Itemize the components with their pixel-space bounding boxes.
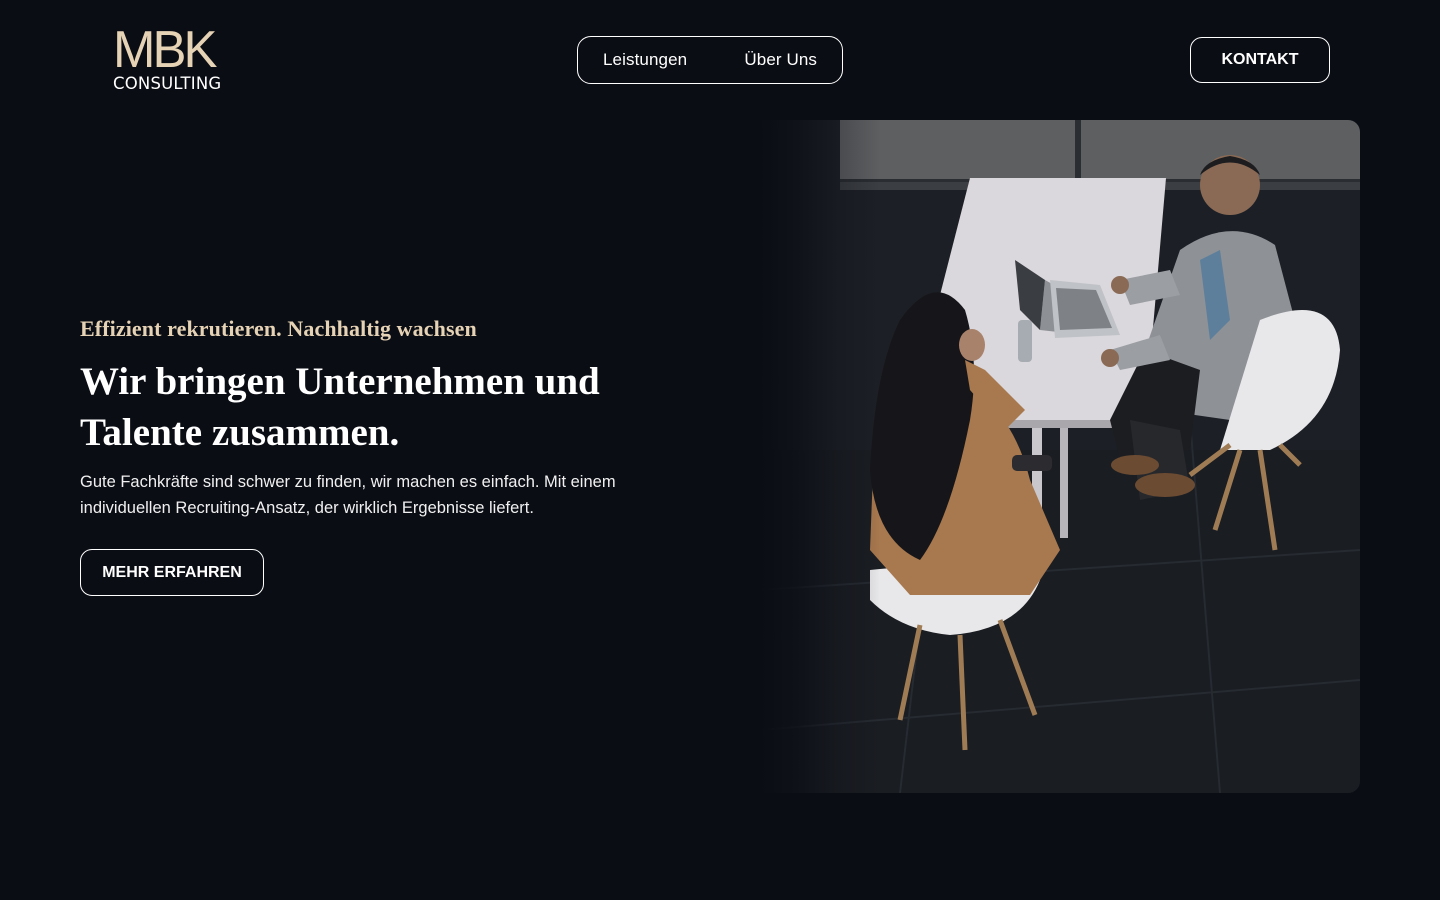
hero-eyebrow: Effizient rekrutieren. Nachhaltig wachse… [80,316,477,341]
hero-headline-line-2: Talente zusammen. [80,411,400,454]
logo[interactable]: MBK CONSULTING [113,21,229,96]
hero-image [760,120,1360,793]
more-info-button[interactable]: MEHR ERFAHREN [80,549,264,596]
hero-description-line-2: individuellen Recruiting-Ansatz, der wir… [80,499,534,517]
contact-button[interactable]: KONTAKT [1190,37,1330,83]
hero-headline: Wir bringen Unternehmen und Talente zusa… [80,356,640,458]
nav-link-ueber-uns[interactable]: Über Uns [744,50,817,70]
logo-mark: MBK [113,21,218,79]
hero-description-line-1: Gute Fachkräfte sind schwer zu finden, w… [80,473,616,491]
hero-description: Gute Fachkräfte sind schwer zu finden, w… [80,469,680,521]
hero-headline-line-1: Wir bringen Unternehmen und [80,360,600,403]
nav-link-leistungen[interactable]: Leistungen [603,50,687,70]
main-nav: Leistungen Über Uns [577,36,843,84]
meeting-photo [760,120,1360,793]
